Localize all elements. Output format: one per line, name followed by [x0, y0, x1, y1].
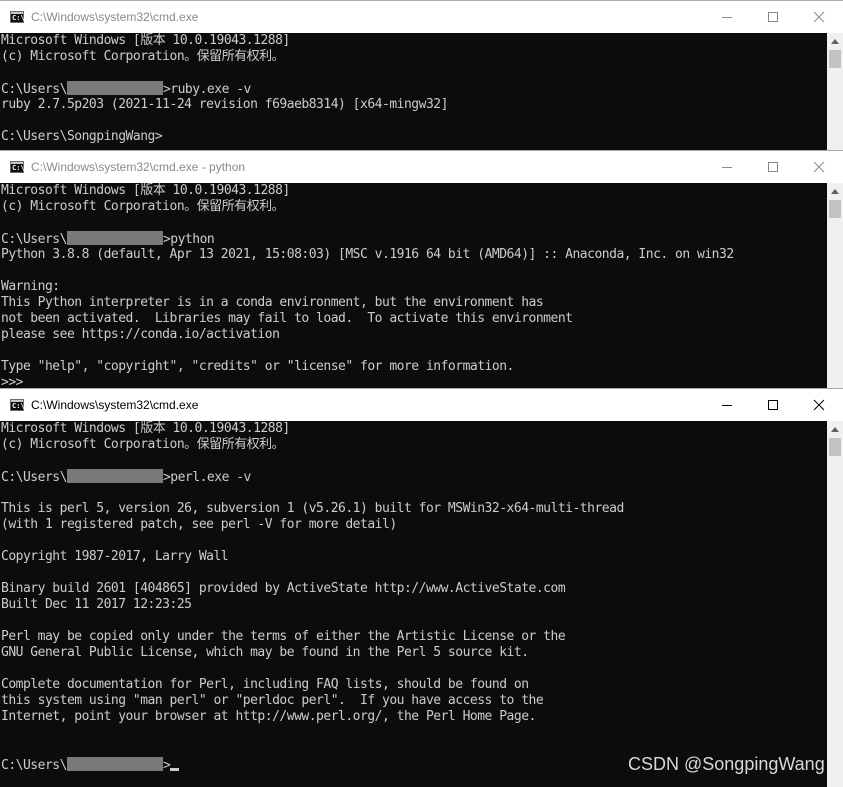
- console-line: Internet, point your browser at http://w…: [1, 709, 536, 724]
- console-line: Microsoft Windows [版本 10.0.19043.1288]: [1, 421, 290, 436]
- maximize-button[interactable]: [750, 389, 796, 421]
- minimize-icon: [722, 17, 732, 18]
- prompt-path: C:\Users\: [1, 470, 67, 485]
- scroll-thumb[interactable]: [829, 50, 841, 68]
- console-line: Binary build 2601 [404865] provided by A…: [1, 581, 566, 596]
- close-icon: [813, 161, 825, 173]
- console-line: (c) Microsoft Corporation。保留所有权利。: [1, 49, 285, 64]
- close-icon: [813, 399, 825, 411]
- maximize-icon: [768, 12, 778, 22]
- window-title: C:\Windows\system32\cmd.exe: [31, 398, 199, 412]
- console-line: Complete documentation for Perl, includi…: [1, 677, 529, 692]
- scroll-up-icon[interactable]: [827, 183, 843, 200]
- cmd-window-perl[interactable]: C:\ C:\Windows\system32\cmd.exe Microsof…: [0, 388, 843, 787]
- scroll-up-icon[interactable]: [827, 33, 843, 50]
- console-line: C:\Users\ >: [1, 757, 180, 773]
- maximize-icon: [768, 162, 778, 172]
- cmd-window-python[interactable]: C:\ C:\Windows\system32\cmd.exe - python…: [0, 150, 843, 390]
- console-line: C:\Users\ >perl.exe -v: [1, 469, 251, 485]
- redacted-username: [66, 81, 163, 95]
- console-line: Type "help", "copyright", "credits" or "…: [1, 359, 514, 374]
- console-line: ruby 2.7.5p203 (2021-11-24 revision f69a…: [1, 97, 448, 112]
- close-icon: [813, 11, 825, 23]
- maximize-button[interactable]: [750, 151, 796, 183]
- console-line: Perl may be copied only under the terms …: [1, 629, 566, 644]
- cmd-icon: C:\: [10, 399, 25, 411]
- console-line: this system using "man perl" or "perldoc…: [1, 693, 544, 708]
- scroll-thumb[interactable]: [829, 200, 841, 218]
- close-button[interactable]: [796, 151, 842, 183]
- window-title: C:\Windows\system32\cmd.exe: [31, 10, 199, 24]
- prompt-command: >ruby.exe -v: [162, 82, 251, 97]
- minimize-button[interactable]: [704, 389, 750, 421]
- redacted-username: [66, 469, 163, 483]
- console-line: (c) Microsoft Corporation。保留所有权利。: [1, 437, 285, 452]
- prompt-path: C:\Users\: [1, 232, 67, 247]
- prompt-command: >: [162, 758, 171, 773]
- console-line: C:\Users\SongpingWang>: [1, 129, 163, 144]
- console-line: Warning:: [1, 279, 60, 294]
- console-line: Python 3.8.8 (default, Apr 13 2021, 15:0…: [1, 247, 734, 262]
- redacted-username: [66, 231, 163, 245]
- title-bar[interactable]: C:\ C:\Windows\system32\cmd.exe - python: [0, 151, 843, 183]
- title-bar[interactable]: C:\ C:\Windows\system32\cmd.exe: [0, 1, 843, 33]
- window-title: C:\Windows\system32\cmd.exe - python: [31, 160, 246, 174]
- console-line: This is perl 5, version 26, subversion 1…: [1, 501, 624, 516]
- console-output[interactable]: Microsoft Windows [版本 10.0.19043.1288] (c…: [0, 421, 827, 787]
- minimize-button[interactable]: [704, 1, 750, 33]
- text-cursor: [170, 768, 180, 771]
- console-line: (c) Microsoft Corporation。保留所有权利。: [1, 199, 285, 214]
- console-line: This Python interpreter is in a conda en…: [1, 295, 544, 310]
- scroll-up-icon[interactable]: [827, 421, 843, 438]
- vertical-scrollbar[interactable]: [827, 183, 843, 390]
- prompt-command: >perl.exe -v: [162, 470, 251, 485]
- console-line: Copyright 1987-2017, Larry Wall: [1, 549, 229, 564]
- console-line: C:\Users\ >ruby.exe -v: [1, 81, 251, 97]
- vertical-scrollbar[interactable]: [827, 421, 843, 787]
- console-output[interactable]: Microsoft Windows [版本 10.0.19043.1288] (c…: [0, 33, 827, 152]
- scroll-thumb[interactable]: [829, 438, 841, 456]
- console-line: Built Dec 11 2017 12:23:25: [1, 597, 192, 612]
- console-line: GNU General Public License, which may be…: [1, 645, 529, 660]
- watermark: CSDN @SongpingWang: [628, 754, 825, 774]
- cmd-window-ruby[interactable]: C:\ C:\Windows\system32\cmd.exe Microsof…: [0, 0, 843, 152]
- prompt-command: >python: [162, 232, 215, 247]
- minimize-button[interactable]: [704, 151, 750, 183]
- console-line: (with 1 registered patch, see perl -V fo…: [1, 517, 397, 532]
- console-output[interactable]: Microsoft Windows [版本 10.0.19043.1288] (c…: [0, 183, 827, 390]
- title-bar[interactable]: C:\ C:\Windows\system32\cmd.exe: [0, 389, 843, 421]
- minimize-icon: [722, 405, 732, 406]
- prompt-path: C:\Users\: [1, 758, 67, 773]
- cmd-icon: C:\: [10, 11, 25, 23]
- maximize-button[interactable]: [750, 1, 796, 33]
- console-line: C:\Users\ >python: [1, 231, 215, 247]
- minimize-icon: [722, 167, 732, 168]
- console-line: please see https://conda.io/activation: [1, 327, 280, 342]
- close-button[interactable]: [796, 389, 842, 421]
- prompt-path: C:\Users\: [1, 82, 67, 97]
- console-line: not been activated. Libraries may fail t…: [1, 311, 573, 326]
- close-button[interactable]: [796, 1, 842, 33]
- vertical-scrollbar[interactable]: [827, 33, 843, 152]
- console-line: Microsoft Windows [版本 10.0.19043.1288]: [1, 33, 290, 48]
- cmd-icon: C:\: [10, 161, 25, 173]
- console-line: Microsoft Windows [版本 10.0.19043.1288]: [1, 183, 290, 198]
- redacted-username: [66, 757, 163, 771]
- maximize-icon: [768, 400, 778, 410]
